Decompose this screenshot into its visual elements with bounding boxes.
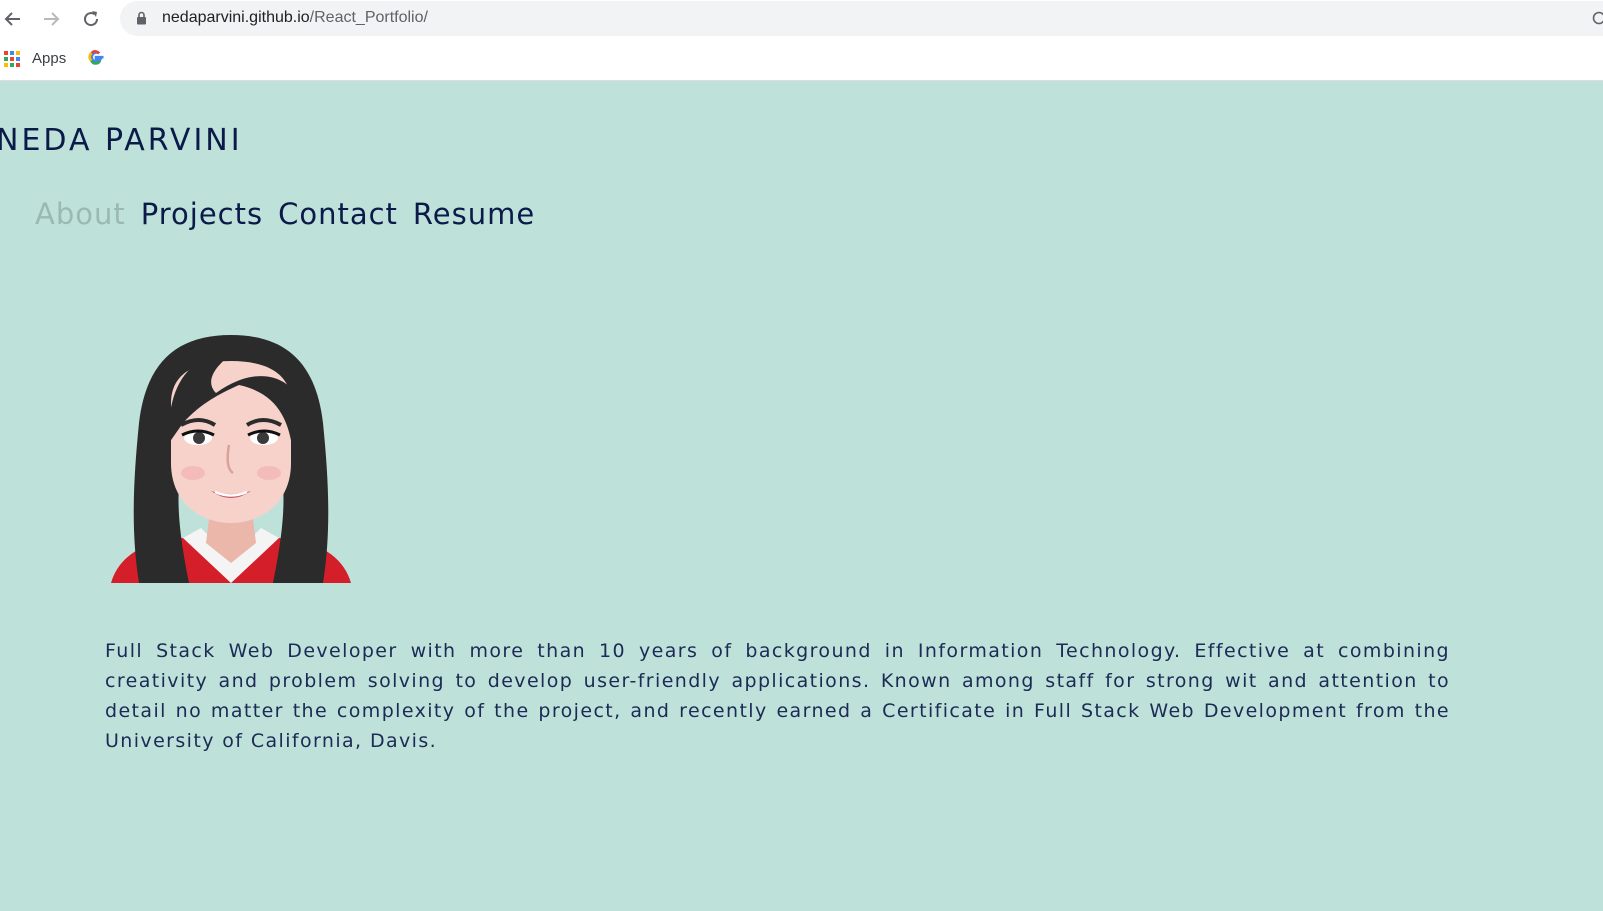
browser-toolbar: nedaparvini.github.io/React_Portfolio/ <box>0 0 1603 40</box>
forward-arrow-icon <box>44 12 60 26</box>
apps-bookmark[interactable]: Apps <box>4 50 66 67</box>
nav-contact[interactable]: Contact <box>278 197 398 231</box>
back-arrow-icon <box>4 12 20 26</box>
search-lens-icon[interactable] <box>1590 9 1603 27</box>
portfolio-page: NEDA PARVINI About Projects Contact Resu… <box>0 81 1603 911</box>
site-nav: About Projects Contact Resume <box>35 197 535 231</box>
site-title: NEDA PARVINI <box>0 123 243 158</box>
reload-button[interactable] <box>78 6 104 32</box>
google-icon[interactable] <box>87 48 105 66</box>
bookmarks-bar: Apps <box>0 40 1603 81</box>
back-button[interactable] <box>0 6 26 32</box>
bio-paragraph: Full Stack Web Developer with more than … <box>105 640 1450 752</box>
url-text: nedaparvini.github.io/React_Portfolio/ <box>162 9 428 27</box>
forward-button[interactable] <box>38 6 64 32</box>
url-host: nedaparvini.github.io <box>162 9 310 26</box>
avatar <box>111 335 351 583</box>
url-path: /React_Portfolio/ <box>309 9 428 26</box>
lock-icon <box>137 11 146 25</box>
reload-icon <box>84 11 99 27</box>
address-bar[interactable]: nedaparvini.github.io/React_Portfolio/ <box>120 1 1603 36</box>
apps-grid-icon <box>4 50 20 67</box>
nav-resume[interactable]: Resume <box>413 197 535 231</box>
nav-about[interactable]: About <box>35 197 126 231</box>
nav-projects[interactable]: Projects <box>141 197 263 231</box>
apps-label: Apps <box>32 50 67 67</box>
